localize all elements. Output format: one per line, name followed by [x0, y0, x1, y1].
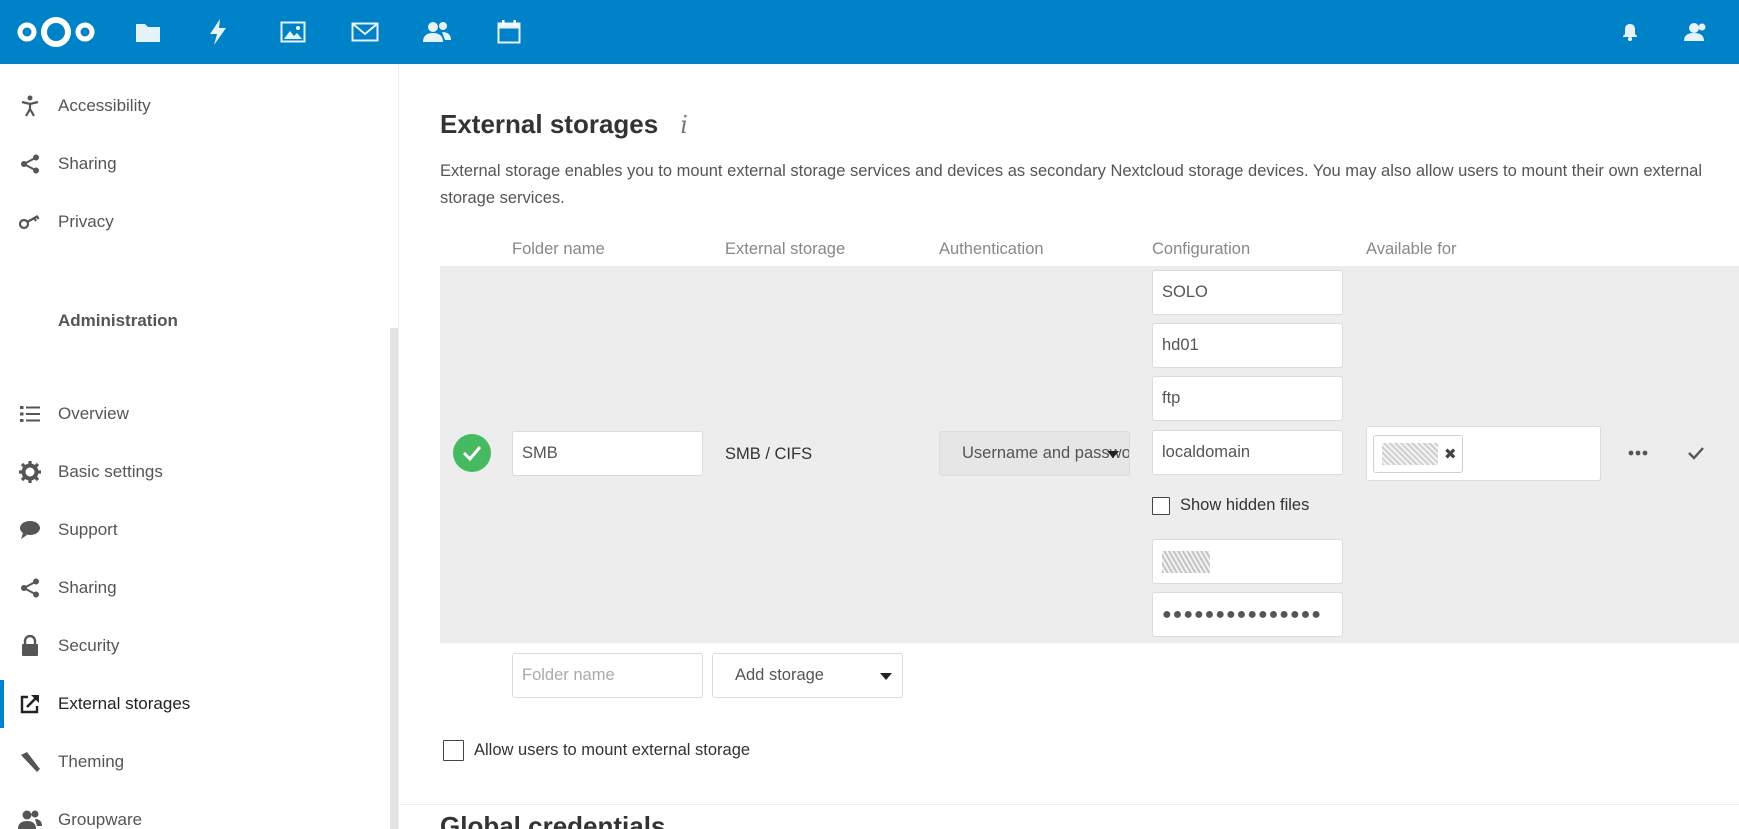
show-hidden-files-label: Show hidden files [1180, 496, 1310, 514]
sidebar-item-overview[interactable]: Overview [0, 390, 392, 438]
add-storage-select[interactable]: Add storage [712, 653, 903, 698]
allow-users-mount-label: Allow users to mount external storage [474, 741, 751, 759]
checkbox-box[interactable] [443, 740, 464, 761]
gear-icon [18, 460, 42, 484]
password-mask: ●●●●●●●●●●●●●●● [1162, 605, 1322, 623]
save-checkmark-icon[interactable] [1679, 436, 1713, 470]
more-options-icon[interactable] [1621, 436, 1655, 470]
section-header: External storages i [440, 109, 688, 140]
sidebar-item-label: Theming [58, 752, 125, 771]
column-header-configuration: Configuration [1152, 240, 1251, 258]
info-icon[interactable]: i [680, 111, 688, 139]
column-header-folder-name: Folder name [512, 240, 605, 258]
checkbox-box[interactable] [1152, 496, 1170, 515]
column-header-external-storage: External storage [725, 240, 846, 258]
sidebar-item-security[interactable]: Security [0, 622, 392, 670]
sidebar-item-external-storages[interactable]: External storages [0, 680, 392, 728]
mount-folder-name-input[interactable]: SMB [512, 431, 703, 476]
settings-sidebar: Accessibility Sharing Privacy Administra… [0, 64, 399, 829]
admin-section-heading: Administration [58, 311, 178, 330]
brush-icon [18, 750, 42, 774]
sidebar-item-privacy[interactable]: Privacy [0, 198, 392, 246]
sidebar-item-accessibility[interactable]: Accessibility [0, 82, 392, 130]
document-icon [18, 64, 42, 66]
new-folder-name-input[interactable]: Folder name [512, 653, 703, 698]
sidebar-item-personal-info[interactable] [0, 64, 392, 78]
allow-users-mount-checkbox[interactable]: Allow users to mount external storage [443, 740, 750, 761]
calendar-icon[interactable] [491, 14, 527, 50]
section-divider [400, 804, 1739, 805]
notifications-icon[interactable] [1614, 16, 1646, 48]
column-header-authentication: Authentication [939, 240, 1044, 258]
sidebar-item-sharing[interactable]: Sharing [0, 564, 392, 612]
chevron-down-icon [880, 673, 892, 680]
accessibility-icon [18, 94, 42, 118]
show-hidden-files-checkbox[interactable]: Show hidden files [1152, 496, 1309, 515]
sidebar-item-label: Support [58, 520, 118, 539]
config-share-input[interactable]: hd01 [1152, 323, 1343, 368]
config-username-input[interactable] [1152, 539, 1343, 584]
authentication-select-value: Username and password [962, 444, 1130, 462]
share-icon [18, 152, 42, 176]
config-host-input[interactable]: SOLO [1152, 270, 1343, 315]
sidebar-item-groupware[interactable]: Groupware [0, 796, 392, 829]
config-password-input[interactable]: ●●●●●●●●●●●●●●● [1152, 592, 1343, 637]
lock-icon [18, 634, 42, 658]
authentication-select[interactable]: Username and password [939, 431, 1130, 476]
nextcloud-logo[interactable] [14, 14, 98, 50]
external-link-icon [18, 692, 42, 716]
group-chip: ✖ [1373, 435, 1463, 473]
redacted-group-name [1382, 443, 1438, 465]
status-ok-icon[interactable] [453, 434, 491, 472]
chevron-down-icon [1107, 451, 1119, 458]
activity-icon[interactable] [200, 14, 236, 50]
share-icon [18, 576, 42, 600]
available-for-select[interactable]: ✖ [1366, 426, 1601, 481]
group-icon [18, 808, 42, 829]
global-credentials-title: Global credentials [440, 811, 666, 829]
speech-bubble-icon [18, 518, 42, 542]
sidebar-item-label: Groupware [58, 810, 143, 829]
add-storage-label: Add storage [735, 666, 824, 684]
sidebar-item-label: Sharing [58, 578, 117, 597]
section-description: External storage enables you to mount ex… [440, 162, 1703, 207]
top-bar [0, 0, 1739, 64]
page-title: External storages [440, 109, 659, 139]
sidebar-item-sharing-personal[interactable]: Sharing [0, 140, 392, 188]
sidebar-item-theming[interactable]: Theming [0, 738, 392, 786]
user-menu-icon[interactable] [1680, 16, 1712, 48]
list-icon [18, 402, 42, 426]
config-subfolder-input[interactable]: ftp [1152, 376, 1343, 421]
sidebar-item-label: Overview [58, 404, 129, 423]
sidebar-item-label: Security [58, 636, 120, 655]
main-content: External storages i External storage ena… [400, 64, 1739, 829]
photos-icon[interactable] [275, 14, 311, 50]
mail-icon[interactable] [347, 14, 383, 50]
key-icon [18, 210, 42, 234]
redacted-username [1162, 550, 1210, 573]
sidebar-item-label: Sharing [58, 154, 117, 173]
sidebar-item-basic-settings[interactable]: Basic settings [0, 448, 392, 496]
sidebar-item-label: External storages [58, 694, 191, 713]
sidebar-item-label: Accessibility [58, 96, 151, 115]
files-icon[interactable] [130, 14, 166, 50]
remove-chip-icon[interactable]: ✖ [1444, 445, 1457, 463]
config-domain-input[interactable]: localdomain [1152, 430, 1343, 475]
column-header-available-for: Available for [1366, 240, 1457, 258]
sidebar-item-label: Basic settings [58, 462, 163, 481]
sidebar-item-label: Privacy [58, 212, 114, 231]
sidebar-item-support[interactable]: Support [0, 506, 392, 554]
contacts-icon[interactable] [419, 14, 455, 50]
mount-backend-label: SMB / CIFS [725, 445, 813, 463]
